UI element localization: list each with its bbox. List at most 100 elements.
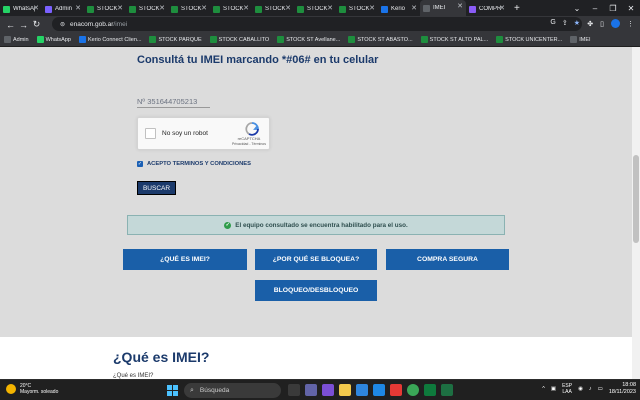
tray-chevron-icon[interactable]: ^ bbox=[542, 386, 545, 392]
tab-favicon-icon bbox=[469, 5, 476, 13]
url-bar[interactable]: ⊜ enacom.gob.ar/imei bbox=[52, 17, 582, 31]
recaptcha-brand: reCAPTCHA bbox=[237, 136, 261, 141]
profile-avatar[interactable] bbox=[611, 19, 620, 28]
tab-label: STOCK bbox=[139, 6, 160, 12]
google-lens-icon[interactable]: G bbox=[550, 19, 555, 27]
clock-time: 18:08 bbox=[622, 382, 636, 388]
bookmark-favicon-icon bbox=[4, 36, 11, 43]
bloqueo-desbloqueo-button[interactable]: BLOQUEO/DESBLOQUEO bbox=[255, 280, 377, 301]
bookmark-item[interactable]: STOCK UNICENTER... bbox=[496, 36, 562, 43]
recaptcha-checkbox[interactable] bbox=[145, 128, 156, 139]
tab-close-icon[interactable]: ✕ bbox=[457, 2, 463, 10]
section-title: ¿Qué es IMEI? bbox=[113, 349, 210, 365]
tab-close-icon[interactable]: ✕ bbox=[369, 4, 375, 12]
browser-tab[interactable]: STOCK ✕ bbox=[84, 2, 126, 16]
excel-icon[interactable] bbox=[441, 384, 453, 396]
search-button[interactable]: BUSCAR bbox=[137, 181, 176, 195]
recaptcha-terms-link[interactable]: Privacidad - Términos bbox=[232, 142, 266, 146]
menu-icon[interactable]: ⋮ bbox=[627, 20, 634, 28]
browser-tab[interactable]: STOCK ✕ bbox=[210, 2, 252, 16]
browser-tab[interactable]: STOCK ✕ bbox=[126, 2, 168, 16]
browser-tab[interactable]: STOCK ✕ bbox=[336, 2, 378, 16]
tab-search-icon[interactable]: ⌄ bbox=[568, 4, 586, 13]
browser-tab[interactable]: COMPRA✕ bbox=[466, 2, 508, 16]
browser-tab[interactable]: IMEI ✕ bbox=[420, 0, 466, 16]
site-info-icon[interactable]: ⊜ bbox=[60, 21, 65, 28]
battery-icon[interactable]: ▭ bbox=[598, 386, 603, 392]
extensions-icon[interactable]: ✤ bbox=[587, 20, 593, 28]
tray-app-icon[interactable]: ▣ bbox=[551, 386, 556, 392]
tab-favicon-icon bbox=[3, 5, 10, 13]
start-windows-icon[interactable] bbox=[167, 385, 178, 396]
maximize-icon[interactable]: ❐ bbox=[604, 4, 622, 13]
chrome-icon[interactable] bbox=[407, 384, 419, 396]
bookmark-favicon-icon bbox=[78, 36, 86, 43]
back-icon[interactable]: ← bbox=[4, 20, 17, 30]
weather-widget[interactable]: 20°C Mayorm. soleado bbox=[6, 383, 58, 395]
bookmark-item[interactable]: Kerio Connect Clien... bbox=[78, 36, 142, 43]
teams-icon[interactable] bbox=[305, 384, 317, 396]
task-view-icon[interactable] bbox=[288, 384, 300, 396]
browser-tab[interactable]: STOCK ✕ bbox=[252, 2, 294, 16]
tab-label: STOCK bbox=[265, 6, 286, 12]
new-tab-button[interactable]: + bbox=[514, 3, 520, 14]
por-que-se-bloquea-button[interactable]: ¿POR QUÉ SE BLOQUEA? bbox=[255, 249, 377, 270]
tab-close-icon[interactable]: ✕ bbox=[159, 4, 165, 12]
browser-tab[interactable]: Admin ✕ bbox=[42, 2, 84, 16]
close-window-icon[interactable]: ✕ bbox=[622, 4, 640, 13]
browser-tab[interactable]: Kerio ✕ bbox=[378, 2, 420, 16]
tab-favicon-icon bbox=[87, 5, 94, 13]
tab-close-icon[interactable]: ✕ bbox=[75, 4, 81, 12]
bookmark-item[interactable]: IMEI bbox=[570, 36, 591, 43]
que-es-imei-button[interactable]: ¿QUÉ ES IMEI? bbox=[123, 249, 247, 270]
sidepanel-icon[interactable]: ▯ bbox=[600, 20, 604, 28]
tab-close-icon[interactable]: ✕ bbox=[201, 4, 207, 12]
bookmark-item[interactable]: STOCK CABALLITO bbox=[209, 36, 269, 43]
tab-label: STOCK bbox=[223, 6, 244, 12]
bookmark-item[interactable]: STOCK ST ABASTO... bbox=[348, 36, 413, 43]
tab-close-icon[interactable]: ✕ bbox=[411, 4, 417, 12]
bookmark-favicon-icon bbox=[420, 36, 428, 43]
scrollbar-thumb[interactable] bbox=[633, 155, 639, 243]
clock[interactable]: 18:08 18/11/2023 bbox=[609, 382, 636, 396]
reload-icon[interactable]: ↻ bbox=[30, 19, 43, 30]
tab-close-icon[interactable]: ✕ bbox=[243, 4, 249, 12]
terms-checkbox[interactable]: ✓ bbox=[137, 161, 143, 167]
page-scrollbar[interactable] bbox=[632, 47, 640, 379]
recaptcha-logo-icon bbox=[245, 122, 259, 136]
whatsapp-icon[interactable] bbox=[424, 384, 436, 396]
share-icon[interactable]: ⇪ bbox=[562, 19, 568, 27]
compra-segura-button[interactable]: COMPRA SEGURA bbox=[386, 249, 509, 270]
volume-icon[interactable]: ♪ bbox=[589, 386, 592, 392]
browser-tab[interactable]: WhatsApp✕ bbox=[0, 2, 42, 16]
bookmark-item[interactable]: STOCK ST Avellane... bbox=[277, 36, 340, 43]
tab-close-icon[interactable]: ✕ bbox=[285, 4, 291, 12]
bookmark-item[interactable]: STOCK ST ALTO PAL... bbox=[420, 36, 488, 43]
tab-label: STOCK bbox=[181, 6, 202, 12]
store-icon[interactable] bbox=[373, 384, 385, 396]
bookmark-item[interactable]: WhatsApp bbox=[36, 36, 71, 43]
bookmark-label: Kerio Connect Clien... bbox=[87, 36, 142, 43]
bookmark-star-icon[interactable]: ★ bbox=[574, 19, 580, 27]
browser-tab[interactable]: STOCK ✕ bbox=[168, 2, 210, 16]
app-icon[interactable] bbox=[356, 384, 368, 396]
file-explorer-icon[interactable] bbox=[339, 384, 351, 396]
media-icon[interactable] bbox=[390, 384, 402, 396]
page-viewport: Consultá tu IMEI marcando *#06# en tu ce… bbox=[0, 47, 640, 379]
tab-close-icon[interactable]: ✕ bbox=[499, 4, 505, 12]
imei-input[interactable] bbox=[137, 95, 210, 108]
minimize-icon[interactable]: – bbox=[586, 4, 604, 13]
tab-close-icon[interactable]: ✕ bbox=[327, 4, 333, 12]
taskbar-search[interactable]: ⌕ Búsqueda bbox=[184, 383, 281, 398]
bookmark-item[interactable]: Admin bbox=[4, 36, 29, 43]
browser-tab[interactable]: STOCK ✕ bbox=[294, 2, 336, 16]
lang-bottom: LAA bbox=[562, 389, 572, 395]
language-indicator[interactable]: ESP LAA bbox=[562, 383, 572, 395]
check-circle-icon: ✓ bbox=[224, 221, 232, 229]
tab-close-icon[interactable]: ✕ bbox=[33, 4, 39, 12]
bookmark-item[interactable]: STOCK PARQUE bbox=[149, 36, 202, 43]
tab-close-icon[interactable]: ✕ bbox=[117, 4, 123, 12]
meet-icon[interactable] bbox=[322, 384, 334, 396]
forward-icon[interactable]: → bbox=[17, 20, 30, 30]
network-icon[interactable]: ◉ bbox=[578, 386, 583, 392]
